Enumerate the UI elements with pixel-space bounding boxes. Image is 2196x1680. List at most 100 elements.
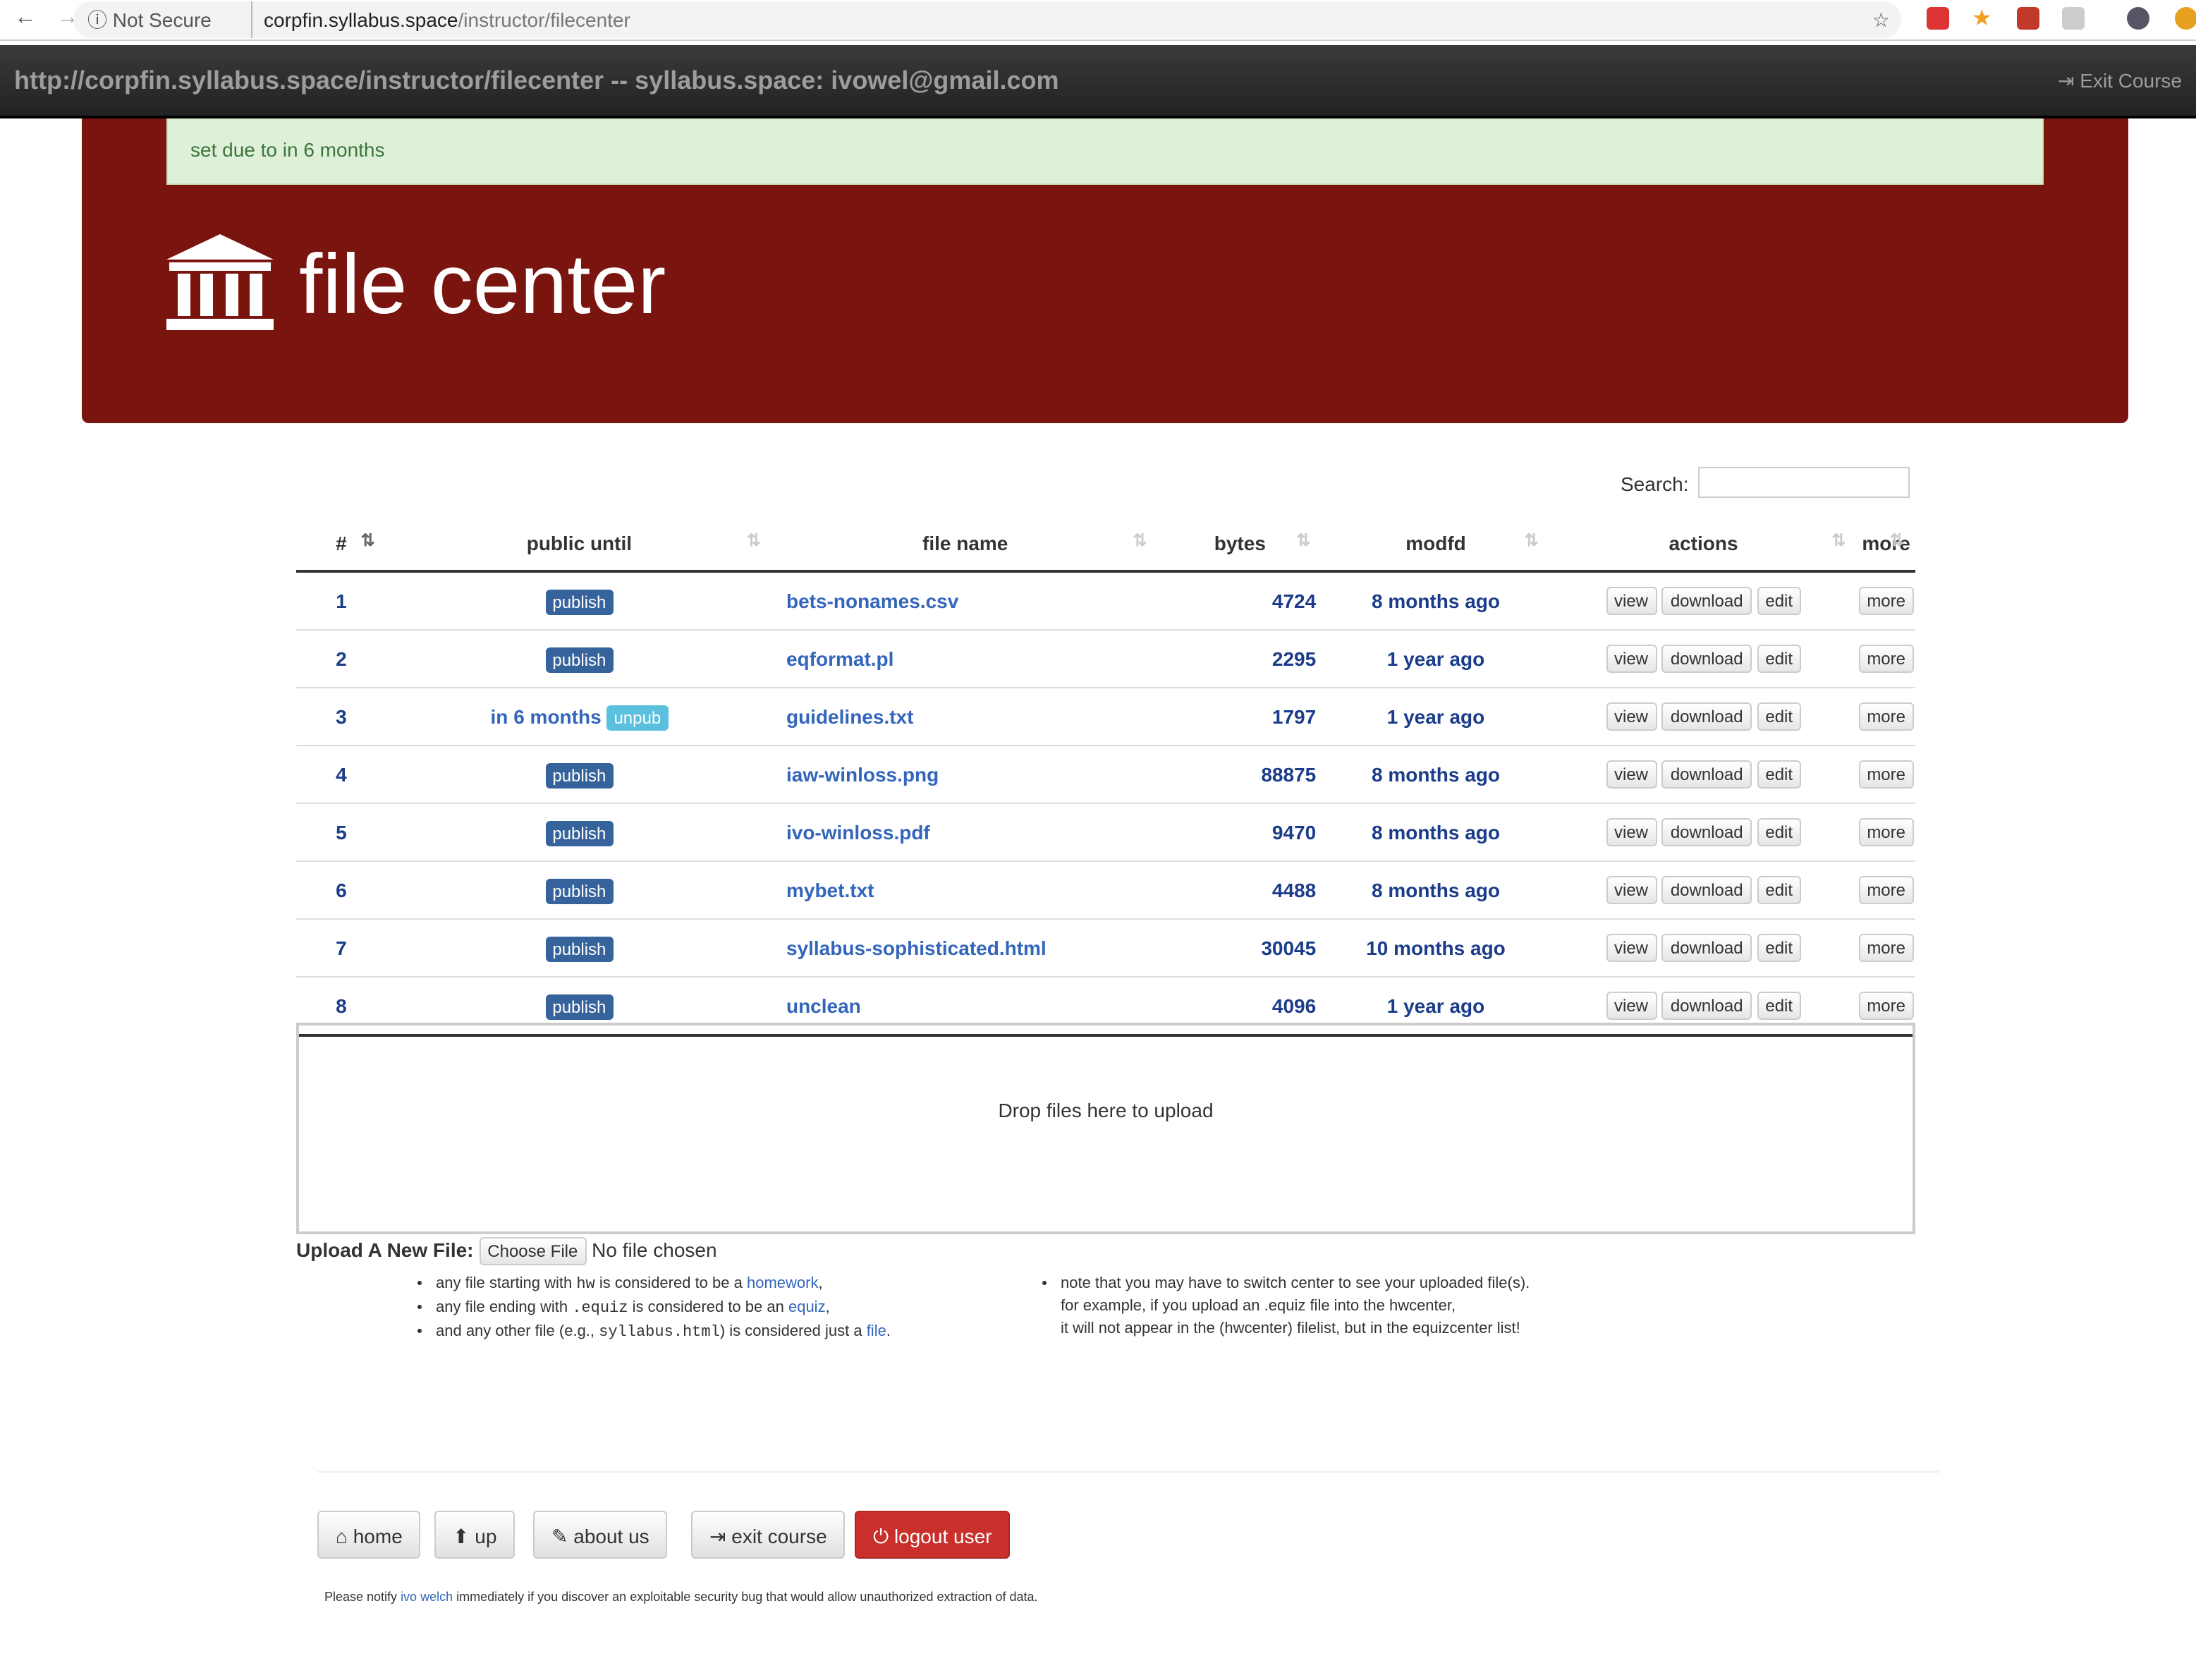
back-icon[interactable]: ←	[14, 6, 37, 31]
publish-button[interactable]: publish	[545, 647, 614, 673]
edit-button[interactable]: edit	[1757, 587, 1802, 615]
view-button[interactable]: view	[1606, 587, 1657, 615]
download-button[interactable]: download	[1661, 760, 1752, 789]
view-button[interactable]: view	[1606, 992, 1657, 1020]
edit-button[interactable]: edit	[1757, 702, 1802, 731]
file-name-link[interactable]: bets-nonames.csv	[771, 571, 1159, 630]
file-name-link[interactable]: syllabus-sophisticated.html	[771, 918, 1159, 977]
note-text: it will not appear in the (hwcenter) fil…	[1061, 1320, 1520, 1337]
file-name-link[interactable]: guidelines.txt	[771, 687, 1159, 745]
ivo-welch-link[interactable]: ivo welch	[401, 1590, 453, 1604]
lastpass-extension-icon[interactable]	[2017, 7, 2039, 30]
upload-label: Upload A New File:	[296, 1238, 474, 1261]
more-button[interactable]: more	[1858, 645, 1914, 673]
view-button[interactable]: view	[1606, 818, 1657, 846]
edit-button[interactable]: edit	[1757, 818, 1802, 846]
download-button[interactable]: download	[1661, 587, 1752, 615]
publish-button[interactable]: publish	[545, 994, 614, 1020]
table-row: 5 publish ivo-winloss.pdf 9470 8 months …	[296, 803, 1915, 861]
note-item: and any other file (e.g., syllabus.html)…	[436, 1320, 891, 1344]
view-button[interactable]: view	[1606, 934, 1657, 962]
logout-button[interactable]: ⏻ logout user	[855, 1511, 1011, 1559]
more-button[interactable]: more	[1858, 702, 1914, 731]
publish-button[interactable]: publish	[545, 763, 614, 789]
view-button[interactable]: view	[1606, 702, 1657, 731]
publish-button[interactable]: publish	[545, 590, 614, 615]
download-button[interactable]: download	[1661, 818, 1752, 846]
edit-button[interactable]: edit	[1757, 934, 1802, 962]
modified: 8 months ago	[1322, 803, 1550, 861]
unpub-button[interactable]: unpub	[606, 705, 669, 731]
choose-file-button[interactable]: Choose File	[479, 1237, 587, 1265]
view-button[interactable]: view	[1606, 760, 1657, 789]
star-extension-icon[interactable]: ★	[1972, 4, 1994, 31]
address-bar[interactable]: ⓘ Not Secure corpfin.syllabus.space/inst…	[73, 1, 1901, 38]
up-button[interactable]: ⬆ up	[434, 1511, 516, 1559]
col-number[interactable]: # ⇅	[296, 516, 386, 573]
bookmark-star-icon[interactable]: ☆	[1872, 1, 1890, 38]
home-button[interactable]: ⌂ home	[317, 1511, 421, 1559]
more-button[interactable]: more	[1858, 876, 1914, 904]
more-button[interactable]: more	[1858, 818, 1914, 846]
drive-extension-icon[interactable]	[2062, 7, 2085, 30]
bytes: 1797	[1158, 687, 1322, 745]
homework-link[interactable]: homework	[747, 1275, 819, 1292]
row-number: 5	[296, 803, 386, 861]
download-button[interactable]: download	[1661, 645, 1752, 673]
col-label: bytes	[1214, 532, 1266, 554]
update-icon[interactable]	[2175, 7, 2196, 30]
col-public-until[interactable]: public until ⇅	[386, 516, 772, 573]
view-button[interactable]: view	[1606, 645, 1657, 673]
download-button[interactable]: download	[1661, 876, 1752, 904]
navbar-title: http://corpfin.syllabus.space/instructor…	[14, 66, 1059, 95]
col-file-name[interactable]: file name ⇅	[771, 516, 1159, 573]
file-name-link[interactable]: iaw-winloss.png	[771, 745, 1159, 803]
edit-button[interactable]: edit	[1757, 645, 1802, 673]
download-button[interactable]: download	[1661, 702, 1752, 731]
public-until: publish	[386, 860, 772, 919]
sort-icon: ⇅	[360, 530, 375, 550]
url-host: corpfin.syllabus.space	[264, 8, 458, 31]
bytes: 9470	[1158, 803, 1322, 861]
edit-button[interactable]: edit	[1757, 760, 1802, 789]
actions: view download edit	[1549, 860, 1858, 919]
col-modfd[interactable]: modfd ⇅	[1322, 516, 1550, 573]
col-more[interactable]: more ⇅	[1857, 516, 1915, 573]
note-item: any file starting with hw is considered …	[436, 1272, 891, 1296]
about-button[interactable]: ✎ about us	[533, 1511, 668, 1559]
exit-course-link[interactable]: ⇥ Exit Course	[2058, 69, 2182, 93]
more-button[interactable]: more	[1858, 760, 1914, 789]
more-button[interactable]: more	[1858, 992, 1914, 1020]
exit-icon: ⇥	[2058, 69, 2075, 92]
col-actions[interactable]: actions ⇅	[1549, 516, 1858, 573]
page-title: file center	[299, 236, 666, 331]
file-link[interactable]: file	[867, 1323, 886, 1340]
col-bytes[interactable]: bytes ⇅	[1158, 516, 1322, 573]
row-number: 2	[296, 629, 386, 688]
file-table: # ⇅ public until ⇅ file name ⇅ bytes ⇅ modfd…	[296, 516, 1915, 1037]
gmail-extension-icon[interactable]	[1927, 7, 1949, 30]
publish-button[interactable]: publish	[545, 821, 614, 846]
download-button[interactable]: download	[1661, 934, 1752, 962]
equiz-link[interactable]: equiz	[788, 1299, 826, 1316]
search-input[interactable]	[1698, 467, 1910, 498]
publish-button[interactable]: publish	[545, 937, 614, 962]
file-name-link[interactable]: ivo-winloss.pdf	[771, 803, 1159, 861]
more-button[interactable]: more	[1858, 587, 1914, 615]
edit-button[interactable]: edit	[1757, 992, 1802, 1020]
more-button[interactable]: more	[1858, 934, 1914, 962]
dropzone[interactable]: Drop files here to upload	[296, 1023, 1915, 1234]
file-name-link[interactable]: mybet.txt	[771, 860, 1159, 919]
top-navbar: http://corpfin.syllabus.space/instructor…	[0, 45, 2196, 118]
edit-button[interactable]: edit	[1757, 876, 1802, 904]
file-name-link[interactable]: eqformat.pl	[771, 629, 1159, 688]
actions: view download edit	[1549, 687, 1858, 745]
bytes: 4724	[1158, 571, 1322, 630]
avatar[interactable]	[2127, 7, 2149, 30]
row-number: 4	[296, 745, 386, 803]
view-button[interactable]: view	[1606, 876, 1657, 904]
download-button[interactable]: download	[1661, 992, 1752, 1020]
exit-course-button[interactable]: ⇥ exit course	[691, 1511, 846, 1559]
info-icon: ⓘ	[87, 8, 107, 31]
publish-button[interactable]: publish	[545, 879, 614, 904]
